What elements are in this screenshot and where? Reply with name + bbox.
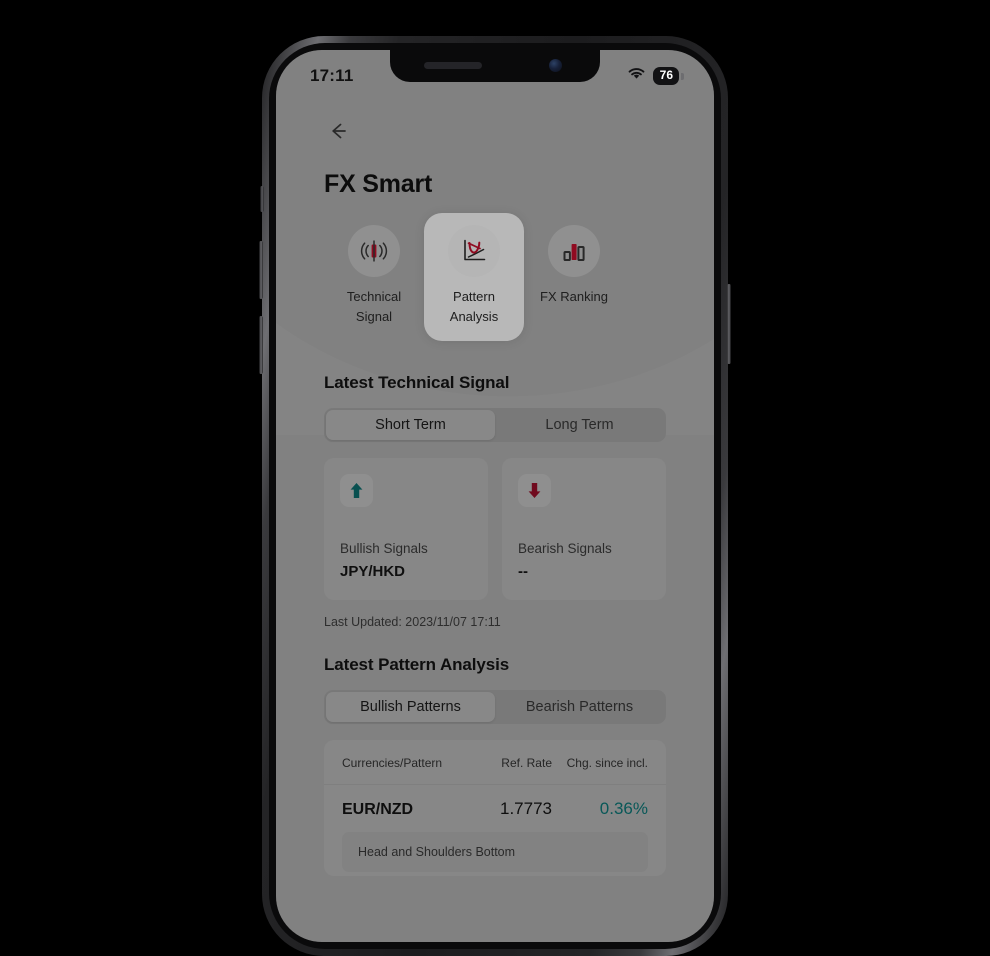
bullish-signal-label: Bullish Signals xyxy=(340,541,428,557)
tile-fx-ranking[interactable]: FX Ranking xyxy=(524,213,624,321)
pattern-analysis-tabs: Bullish Patterns Bearish Patterns xyxy=(324,690,666,725)
table-row-summary: EUR/NZD 1.7773 0.36% xyxy=(342,799,648,819)
bullish-signal-value: JPY/HKD xyxy=(340,563,406,581)
candlestick-signal-icon xyxy=(348,225,400,277)
bearish-signal-value: -- xyxy=(518,563,528,581)
arrow-down-icon xyxy=(518,474,551,508)
battery-nub-icon xyxy=(681,72,684,80)
battery-level-badge: 76 xyxy=(652,67,679,85)
reference-rate: 1.7773 xyxy=(500,799,552,819)
last-updated-text: Last Updated: 2023/11/07 17:11 xyxy=(324,615,501,630)
status-time: 17:11 xyxy=(310,66,354,85)
arrow-up-icon xyxy=(340,474,373,508)
bullish-signal-card[interactable]: Bullish Signals JPY/HKD xyxy=(324,458,488,601)
bearish-signal-card[interactable]: Bearish Signals -- xyxy=(502,458,666,601)
power-button[interactable] xyxy=(727,284,731,364)
tile-technical-signal[interactable]: Technical Signal xyxy=(324,213,424,341)
status-indicators: 76 xyxy=(627,67,684,86)
bearish-signal-label: Bearish Signals xyxy=(518,541,612,557)
section-title-pattern-analysis: Latest Pattern Analysis xyxy=(324,655,510,675)
pattern-name-chip: Head and Shoulders Bottom xyxy=(342,832,648,873)
wifi-icon xyxy=(627,67,646,86)
tab-bullish-patterns[interactable]: Bullish Patterns xyxy=(326,692,495,723)
tab-short-term[interactable]: Short Term xyxy=(326,410,495,441)
tab-bearish-patterns[interactable]: Bearish Patterns xyxy=(495,692,664,722)
table-row[interactable]: EUR/NZD 1.7773 0.36% Head and Shoulders … xyxy=(324,785,666,876)
app-content: FX Smart Technical Signal Pattern Analys… xyxy=(276,96,714,942)
currency-pair: EUR/NZD xyxy=(342,801,414,819)
section-title-technical-signal: Latest Technical Signal xyxy=(324,373,510,393)
pattern-chart-icon xyxy=(448,225,500,277)
tile-label: Pattern Analysis xyxy=(449,289,499,325)
column-header-change: Chg. since incl. xyxy=(566,756,648,771)
signal-card-row: Bullish Signals JPY/HKD Bearish Signals … xyxy=(324,458,666,601)
back-arrow-icon[interactable] xyxy=(324,118,350,144)
device-notch xyxy=(390,50,600,82)
tab-long-term[interactable]: Long Term xyxy=(495,410,664,440)
phone-device: 17:11 76 FX Smart Technical Signal Patte… xyxy=(259,36,731,956)
column-header-rate: Ref. Rate xyxy=(501,756,552,771)
front-camera-icon xyxy=(549,59,562,72)
phone-screen: 17:11 76 FX Smart Technical Signal Patte… xyxy=(276,50,714,942)
volume-up-button[interactable] xyxy=(259,241,263,299)
table-header-row: Currencies/Pattern Ref. Rate Chg. since … xyxy=(324,740,666,786)
column-header-pattern: Currencies/Pattern xyxy=(342,756,443,771)
mute-switch-button[interactable] xyxy=(260,186,264,212)
bar-ranking-icon xyxy=(548,225,600,277)
tile-label: Technical Signal xyxy=(346,289,402,325)
tile-pattern-analysis[interactable]: Pattern Analysis xyxy=(424,213,524,342)
change-since-inclusion: 0.36% xyxy=(599,799,648,819)
earpiece-speaker xyxy=(424,62,482,69)
page-title: FX Smart xyxy=(324,170,433,198)
technical-signal-term-tabs: Short Term Long Term xyxy=(324,408,666,443)
pattern-analysis-table: Currencies/Pattern Ref. Rate Chg. since … xyxy=(324,740,666,877)
feature-tile-row: Technical Signal Pattern Analysis FX Ran… xyxy=(324,213,666,342)
tile-label: FX Ranking xyxy=(540,289,608,304)
volume-down-button[interactable] xyxy=(259,316,263,374)
